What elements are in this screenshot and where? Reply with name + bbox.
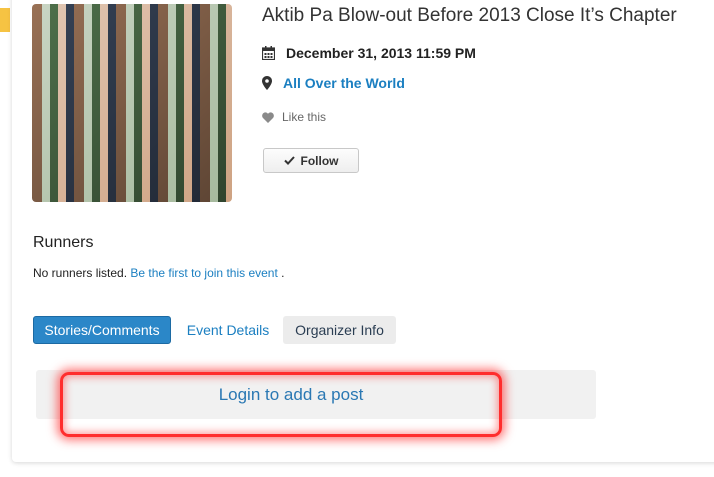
login-to-post-panel[interactable]: Login to add a post: [36, 370, 596, 419]
join-event-link[interactable]: Be the first to join this event: [130, 266, 277, 280]
runners-heading: Runners: [33, 234, 94, 251]
event-date: December 31, 2013 11:59 PM: [286, 45, 476, 61]
like-label: Like this: [282, 110, 327, 124]
event-location-row: All Over the World: [262, 75, 405, 91]
tab-organizer-info[interactable]: Organizer Info: [283, 316, 396, 344]
login-to-post-link[interactable]: Login to add a post: [219, 385, 364, 405]
event-photo[interactable]: [32, 4, 232, 202]
left-accent-strip: [0, 8, 10, 32]
heart-icon: [262, 111, 274, 123]
tab-stories-comments[interactable]: Stories/Comments: [33, 316, 171, 344]
runners-period: .: [281, 266, 285, 280]
follow-button[interactable]: Follow: [263, 148, 359, 173]
check-icon: [283, 156, 295, 165]
tab-event-details[interactable]: Event Details: [176, 316, 280, 344]
calendar-icon: [262, 46, 275, 60]
runners-status: No runners listed. Be the first to join …: [33, 266, 285, 280]
event-location-link[interactable]: All Over the World: [283, 75, 405, 91]
follow-label: Follow: [300, 153, 339, 168]
event-title: Aktib Pa Blow-out Before 2013 Close It’s…: [262, 5, 677, 26]
no-runners-text: No runners listed.: [33, 266, 128, 280]
like-button[interactable]: Like this: [262, 110, 326, 124]
map-marker-icon: [262, 76, 272, 90]
event-date-row: December 31, 2013 11:59 PM: [262, 45, 476, 61]
